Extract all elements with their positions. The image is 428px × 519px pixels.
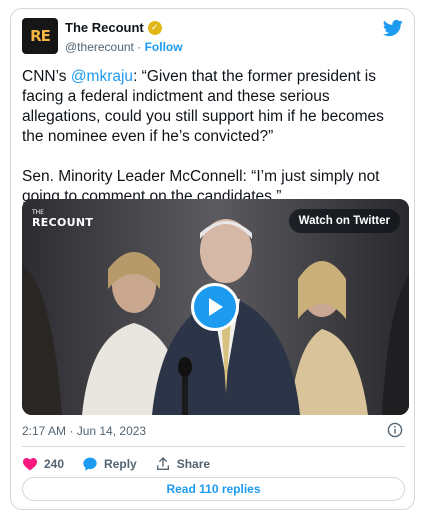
display-name[interactable]: The Recount bbox=[65, 20, 144, 35]
tweet-header: RE The Recount ✓ @therecount · Follow bbox=[22, 18, 405, 58]
like-button[interactable]: 240 bbox=[22, 456, 64, 472]
handle-row: @therecount · Follow bbox=[65, 40, 183, 54]
video-player[interactable]: THE RECOUNT Watch on Twitter bbox=[22, 199, 409, 415]
share-label: Share bbox=[176, 457, 211, 471]
twitter-bird-icon[interactable] bbox=[383, 18, 403, 38]
share-button[interactable]: Share bbox=[155, 456, 210, 472]
watch-on-twitter-button[interactable]: Watch on Twitter bbox=[288, 209, 400, 233]
action-bar: 240 Reply Share bbox=[22, 453, 210, 475]
reply-bubble-icon bbox=[83, 457, 97, 471]
tweet-card: RE The Recount ✓ @therecount · Follow CN… bbox=[10, 8, 415, 510]
tweet-text: CNN’s @mkraju: “Given that the former pr… bbox=[22, 67, 405, 207]
brand-watermark: THE RECOUNT bbox=[32, 209, 93, 229]
verified-badge-icon: ✓ bbox=[147, 20, 162, 35]
share-upload-icon bbox=[156, 457, 169, 470]
info-icon[interactable] bbox=[387, 422, 403, 438]
reply-button[interactable]: Reply bbox=[82, 456, 137, 472]
handle[interactable]: @therecount bbox=[65, 40, 134, 54]
reply-label: Reply bbox=[104, 457, 137, 471]
like-count: 240 bbox=[44, 457, 65, 471]
play-button[interactable] bbox=[191, 283, 239, 331]
play-icon bbox=[209, 298, 223, 316]
divider bbox=[22, 446, 405, 447]
tweet-text-lead: CNN’s bbox=[22, 68, 71, 85]
brand-name: RECOUNT bbox=[32, 216, 94, 229]
mention-link[interactable]: @mkraju bbox=[71, 68, 133, 85]
follow-button[interactable]: Follow bbox=[145, 40, 183, 54]
heart-icon bbox=[23, 458, 37, 471]
separator: · bbox=[137, 40, 142, 54]
avatar[interactable]: RE bbox=[22, 18, 58, 54]
read-replies-button[interactable]: Read 110 replies bbox=[22, 477, 405, 501]
name-row: The Recount ✓ bbox=[65, 20, 162, 35]
tweet-text-body: : “Given that the former president is fa… bbox=[22, 68, 384, 205]
brand-prefix: THE bbox=[32, 209, 44, 216]
tweet-timestamp[interactable]: 2:17 AM · Jun 14, 2023 bbox=[22, 424, 146, 438]
